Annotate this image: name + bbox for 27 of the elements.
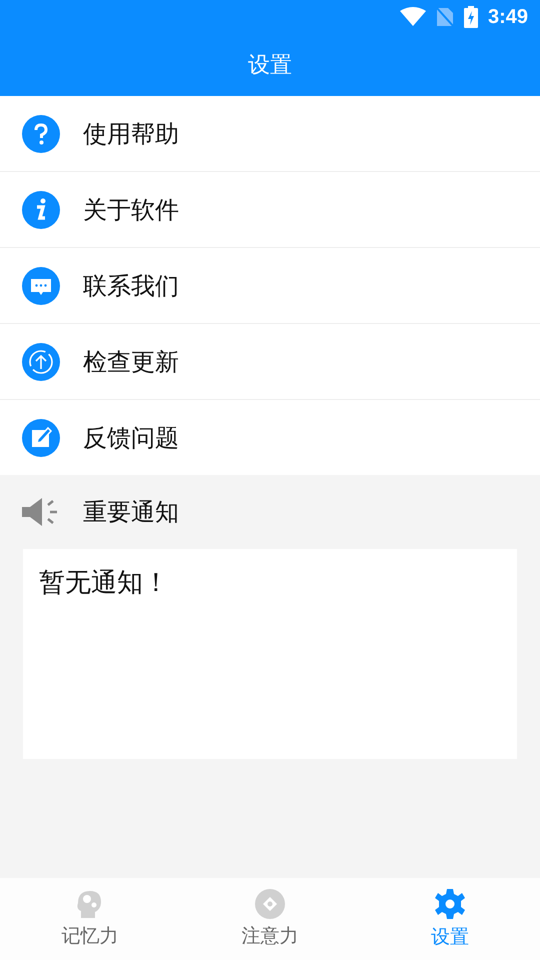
menu-label: 使用帮助 (83, 118, 179, 150)
question-icon (22, 114, 60, 152)
menu-item[interactable]: 反馈问题 (0, 400, 540, 475)
status-time: 3:49 (488, 6, 528, 28)
wifi-icon (400, 7, 426, 27)
info-icon (22, 190, 60, 228)
menu-item[interactable]: 使用帮助 (0, 96, 540, 172)
nav-tab[interactable]: 注意力 (180, 878, 360, 960)
update-icon (22, 342, 60, 380)
speaker-icon (22, 497, 60, 527)
menu-label: 关于软件 (83, 194, 179, 226)
menu-label: 检查更新 (83, 346, 179, 378)
page-title: 设置 (248, 52, 292, 80)
menu-label: 反馈问题 (83, 422, 179, 454)
notice-title: 重要通知 (83, 497, 179, 528)
menu-item[interactable]: 检查更新 (0, 324, 540, 400)
notice-text: 暂无通知！ (39, 568, 169, 598)
no-sim-icon (436, 7, 454, 27)
nav-tab[interactable]: 记忆力 (0, 878, 180, 960)
menu-label: 联系我们 (83, 270, 179, 302)
gear-icon (434, 888, 466, 920)
edit-icon (22, 418, 60, 456)
chat-icon (22, 266, 60, 304)
menu-item[interactable]: 联系我们 (0, 248, 540, 324)
menu-item[interactable]: 关于软件 (0, 172, 540, 248)
target-icon (255, 889, 285, 919)
battery-charging-icon (464, 6, 478, 28)
